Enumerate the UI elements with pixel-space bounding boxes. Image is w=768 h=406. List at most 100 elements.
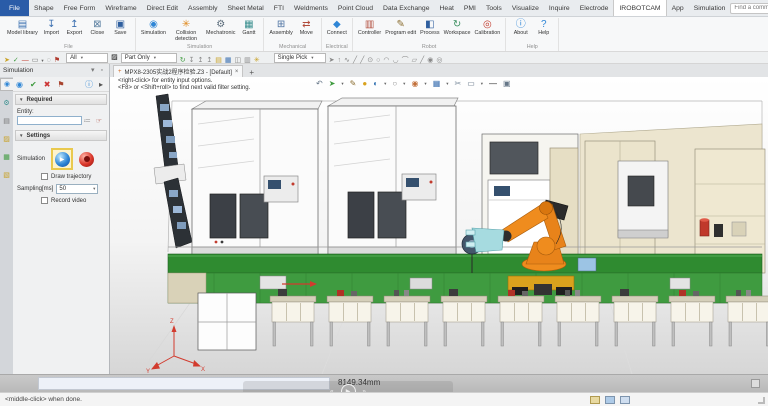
deselect-icon[interactable]: —	[22, 57, 29, 64]
dropdown-caret-icon[interactable]: ▾	[341, 81, 343, 87]
sampling-dropdown[interactable]: 50▾	[56, 184, 98, 194]
ok-icon[interactable]: ✔	[30, 80, 37, 89]
dock-panel-icon[interactable]: ▾	[91, 67, 95, 75]
tab-visualize[interactable]: Visualize	[507, 0, 544, 16]
entity-pick-icon[interactable]: ☞	[96, 117, 102, 125]
collision-detection-button[interactable]: ✳Collision detection	[168, 18, 204, 43]
view-split-icon[interactable]	[605, 396, 615, 404]
work-table[interactable]	[441, 289, 487, 346]
tab-fti[interactable]: FTI	[269, 0, 289, 16]
tab-pmi[interactable]: PMI	[459, 0, 481, 16]
dropdown-caret-icon[interactable]: ▾	[446, 81, 448, 87]
mechatronic-button[interactable]: ⚙Mechatronic	[204, 18, 237, 37]
tab-assembly[interactable]: Assembly	[183, 0, 222, 16]
command-search-box[interactable]	[730, 3, 768, 14]
cnc-machine-2[interactable]	[328, 98, 458, 258]
layer-icon[interactable]: ▤	[215, 57, 222, 64]
work-table[interactable]	[384, 290, 430, 346]
tab-tools[interactable]: Tools	[481, 0, 507, 16]
view-tab-icon[interactable]: ▦	[0, 152, 13, 163]
gantt-button[interactable]: ▦Gantt	[237, 18, 260, 37]
dropdown-caret-icon[interactable]: ▾	[41, 58, 43, 63]
workspace-button[interactable]: ↻Workspace	[442, 18, 473, 37]
section-view-icon[interactable]: ✂	[455, 79, 462, 88]
appearance-icon[interactable]: ◉	[411, 79, 418, 88]
tool-rack[interactable]	[154, 94, 192, 248]
resize-grip[interactable]	[758, 397, 765, 404]
work-table[interactable]	[726, 290, 768, 346]
part-only-dropdown[interactable]: Part Only▾	[121, 53, 177, 63]
role-tab-icon[interactable]: ▧	[0, 170, 13, 181]
assembly-button[interactable]: ⊞Assembly	[267, 18, 294, 37]
about-button[interactable]: ⓘAbout	[509, 18, 532, 37]
update-icon[interactable]: ↧	[189, 57, 195, 64]
display-mode-icon[interactable]: ◐	[373, 79, 378, 88]
model-library-button[interactable]: ▤Model library	[5, 18, 40, 37]
pick-mode-dropdown[interactable]: Single Pick▾	[274, 53, 326, 63]
filter-line-icon[interactable]: ╱	[353, 57, 357, 64]
hide-strip-icon[interactable]: —	[489, 79, 497, 88]
export-button[interactable]: ↥Export	[63, 18, 86, 37]
tab-shape[interactable]: Shape	[29, 0, 59, 16]
calibration-button[interactable]: ◎Calibration	[472, 18, 502, 37]
draw-trajectory-checkbox[interactable]	[41, 173, 48, 180]
viewport-scene[interactable]: Z X Y	[110, 92, 768, 374]
history-tab-icon[interactable]: ▤	[0, 116, 13, 127]
open-folder-icon[interactable]: ▨	[111, 54, 118, 62]
filter-shift-icon[interactable]: ↑	[337, 57, 341, 64]
shade-ball-icon[interactable]: ●	[362, 79, 367, 88]
tab-irobotcam[interactable]: IROBOTCAM	[613, 0, 666, 16]
grid-icon[interactable]: ▦	[225, 57, 232, 64]
window-layout-icon[interactable]: ▭	[467, 79, 475, 88]
maximize-view-icon[interactable]: ▣	[503, 79, 511, 88]
input-bar-option-icon[interactable]	[751, 379, 760, 388]
lasso-select-icon[interactable]: ◌	[47, 57, 51, 64]
conveyor-platform[interactable]	[168, 247, 762, 303]
filter-curve-icon[interactable]: ∿	[344, 57, 350, 64]
restore-view-icon[interactable]: ↶	[316, 79, 323, 88]
view-quad-icon[interactable]	[620, 396, 630, 404]
align-view-icon[interactable]: ➤	[329, 79, 336, 88]
promote-all-icon[interactable]: ↥	[206, 57, 212, 64]
tab-inquire[interactable]: Inquire	[544, 0, 575, 16]
import-button[interactable]: ↧Import	[40, 18, 63, 37]
cnc-machine-1[interactable]	[192, 101, 322, 258]
help-button[interactable]: ?Help	[532, 18, 555, 37]
dropdown-caret-icon[interactable]: ▾	[424, 81, 426, 87]
program-edit-button[interactable]: ✎Program edit	[383, 18, 418, 37]
entity-input[interactable]	[17, 116, 82, 125]
bars-icon[interactable]: ▥	[244, 57, 251, 64]
controller-button[interactable]: ▥Controller	[356, 18, 383, 37]
filter-datum-icon[interactable]: ◎	[436, 57, 442, 64]
library-tab-icon[interactable]: ▨	[0, 134, 13, 145]
tab-point-cloud[interactable]: Point Cloud	[333, 0, 378, 16]
tab-simulation[interactable]: Simulation	[689, 0, 731, 16]
tab-file[interactable]: File	[0, 0, 29, 16]
material-icon[interactable]: ◫	[234, 57, 241, 64]
filter-face-icon[interactable]: ▱	[412, 57, 417, 64]
tab-sheet-metal[interactable]: Sheet Metal	[223, 0, 269, 16]
float-panel-icon[interactable]: ▫	[101, 67, 103, 75]
manager-tab-icon[interactable]: ⚙	[0, 98, 13, 109]
dropdown-caret-icon[interactable]: ▾	[384, 81, 386, 87]
work-table[interactable]	[498, 290, 544, 346]
filter-arc2-icon[interactable]: ◡	[393, 57, 399, 64]
play-simulation-button[interactable]: ▶	[51, 148, 73, 170]
filter-axis-icon[interactable]: ╱	[420, 57, 424, 64]
filter-edge-icon[interactable]: ╱	[360, 57, 364, 64]
move-button[interactable]: ⇄Move	[295, 18, 318, 37]
tab-direct-edit[interactable]: Direct Edit	[142, 0, 183, 16]
connect-button[interactable]: ◆Connect	[325, 18, 349, 37]
close-button[interactable]: ⊠Close	[86, 18, 109, 37]
tab-electrode[interactable]: Electrode	[575, 0, 614, 16]
expand-panel-icon[interactable]: ▸	[99, 80, 103, 89]
tab-wireframe[interactable]: Wireframe	[100, 0, 141, 16]
apply-icon[interactable]: ⚑	[57, 80, 64, 89]
work-table[interactable]	[327, 290, 373, 346]
selection-scope-dropdown[interactable]: All▾	[66, 53, 108, 63]
control-cabinet[interactable]	[198, 293, 256, 350]
info-icon[interactable]: ⓘ	[85, 80, 93, 89]
dropdown-caret-icon[interactable]: ▾	[403, 81, 405, 87]
tab-free-form[interactable]: Free Form	[59, 0, 101, 16]
regen-icon[interactable]: ↻	[180, 57, 186, 64]
